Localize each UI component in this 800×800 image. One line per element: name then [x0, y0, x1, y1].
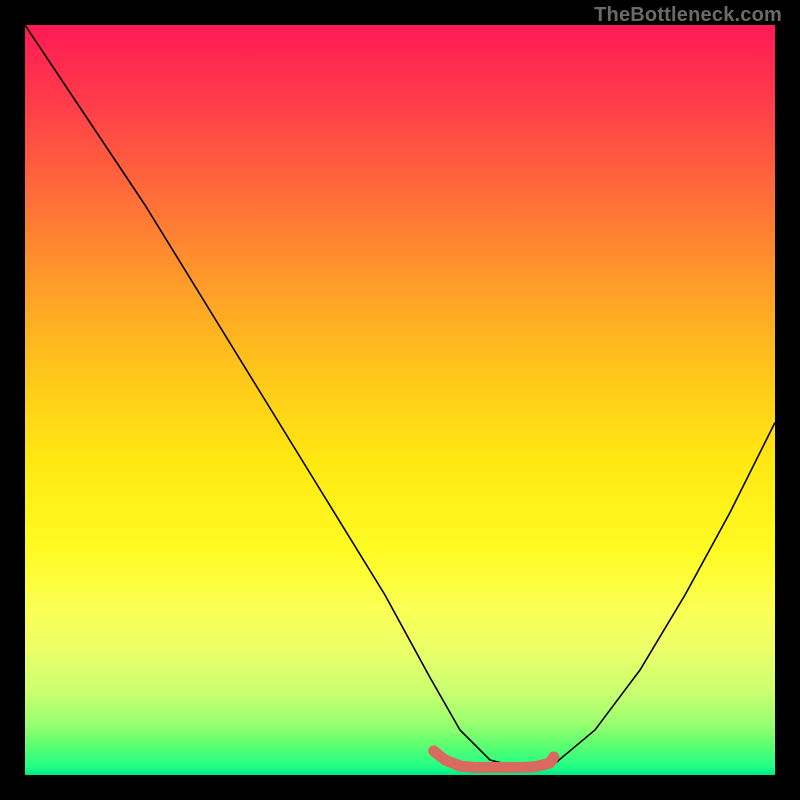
plot-area	[25, 25, 775, 775]
series-optimal-zone-highlight	[434, 751, 554, 768]
series-optimal-zone-highlight-cap	[428, 746, 439, 757]
series-layer	[25, 25, 775, 768]
chart-container: TheBottleneck.com	[0, 0, 800, 800]
chart-svg	[25, 25, 775, 775]
series-optimal-zone-highlight-cap	[548, 752, 559, 763]
series-bottleneck-curve	[25, 25, 775, 768]
watermark-text: TheBottleneck.com	[594, 4, 782, 27]
